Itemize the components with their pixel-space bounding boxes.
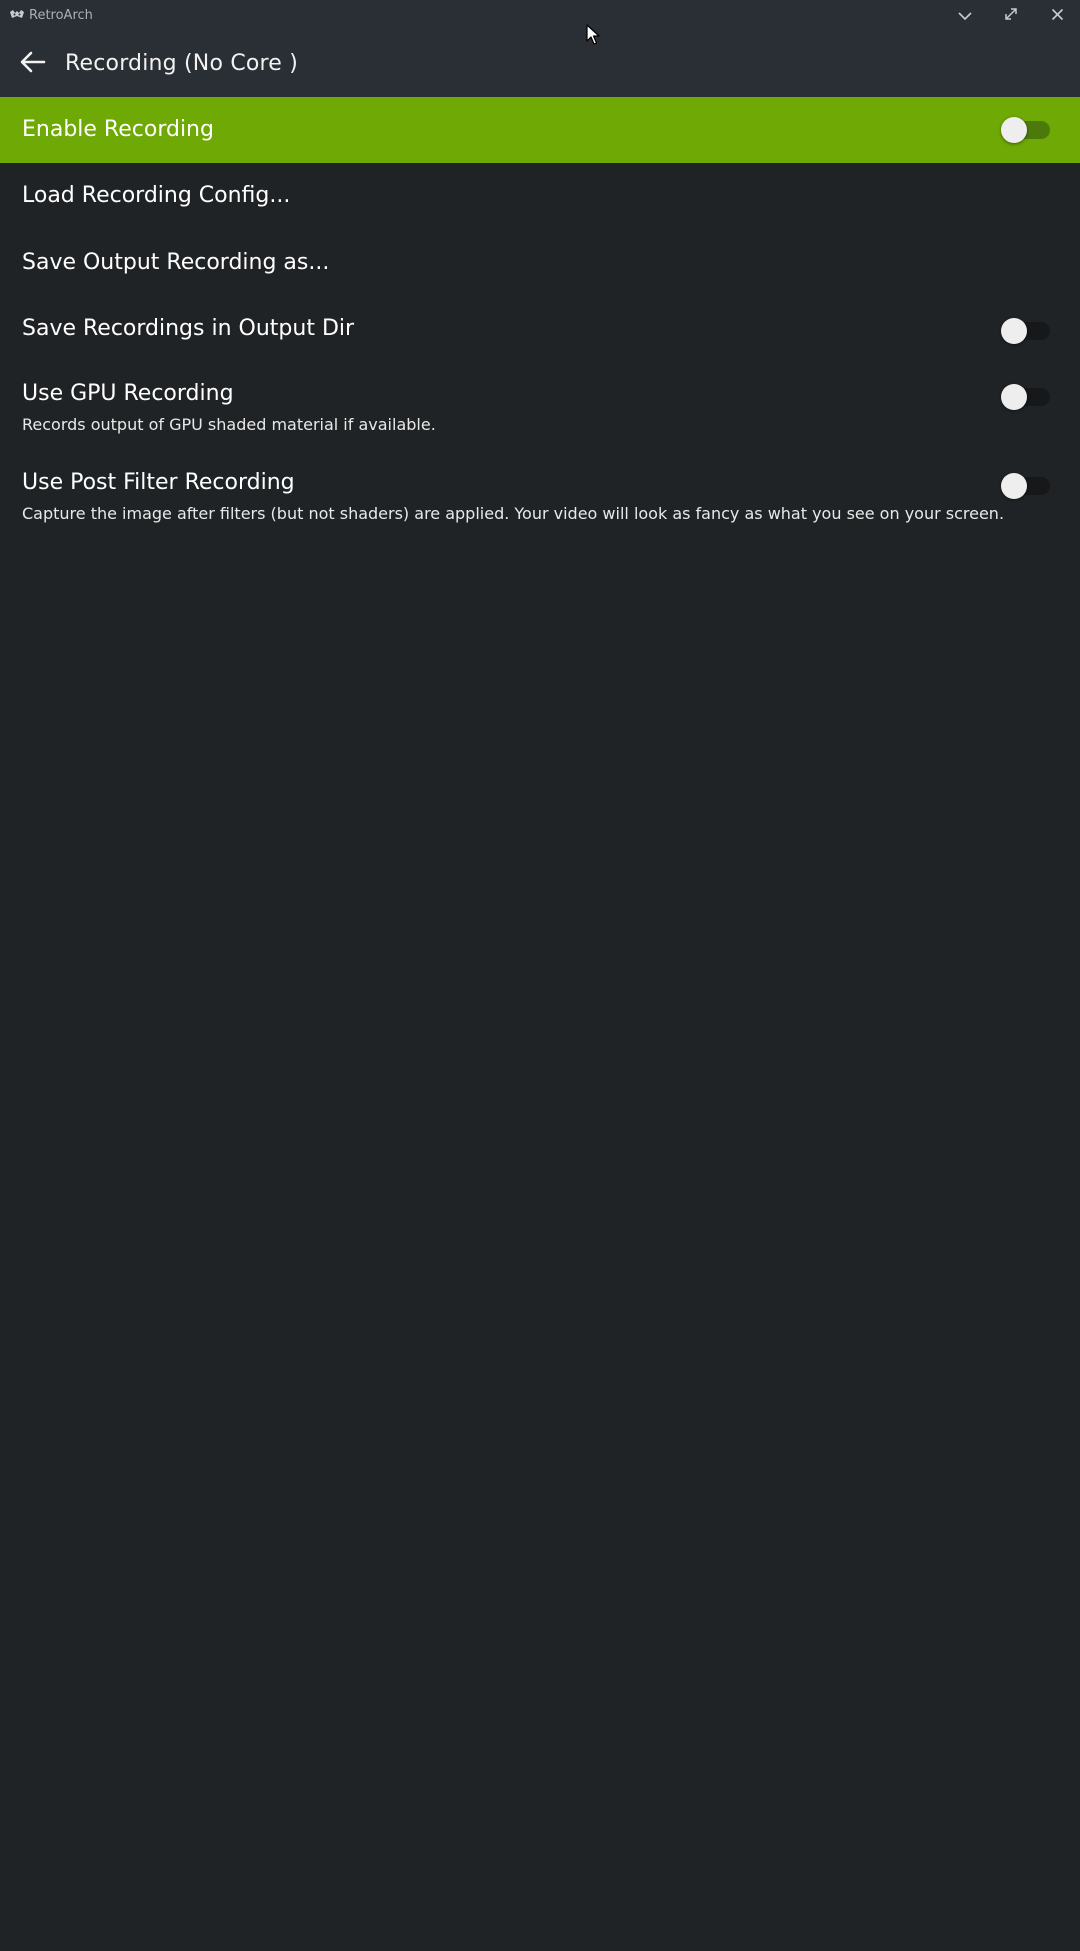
retroarch-logo-icon	[9, 9, 25, 21]
setting-load-recording-config[interactable]: Load Recording Config...	[0, 163, 1080, 230]
expand-icon	[1004, 6, 1018, 25]
setting-enable-recording[interactable]: Enable Recording	[0, 97, 1080, 163]
window-titlebar: RetroArch	[0, 0, 1080, 30]
toggle-knob	[1001, 473, 1027, 499]
toggle-knob	[1001, 384, 1027, 410]
enable-recording-toggle[interactable]	[1001, 117, 1050, 143]
close-button[interactable]	[1034, 0, 1080, 30]
window-controls	[942, 0, 1080, 30]
settings-list: Enable Recording Load Recording Config..…	[0, 97, 1080, 541]
mouse-cursor-icon	[586, 24, 600, 46]
page-title: Recording (No Core )	[65, 51, 299, 76]
toggle-knob	[1001, 117, 1027, 143]
setting-label: Use Post Filter Recording	[22, 470, 295, 495]
setting-label: Save Output Recording as...	[22, 250, 330, 275]
toggle-knob	[1001, 318, 1027, 344]
chevron-down-icon	[958, 6, 972, 25]
app-header: Recording (No Core )	[0, 30, 1080, 97]
setting-sublabel: Capture the image after filters (but not…	[22, 504, 1005, 523]
setting-save-output-recording[interactable]: Save Output Recording as...	[0, 230, 1080, 296]
save-recordings-output-dir-toggle[interactable]	[1001, 318, 1050, 344]
use-gpu-recording-toggle[interactable]	[1001, 384, 1050, 410]
use-post-filter-recording-toggle[interactable]	[1001, 473, 1050, 499]
close-icon	[1051, 6, 1064, 25]
back-button[interactable]	[11, 42, 55, 86]
window-title: RetroArch	[29, 7, 93, 23]
setting-label: Enable Recording	[22, 117, 214, 142]
setting-use-post-filter-recording[interactable]: Use Post Filter Recording Capture the im…	[0, 451, 1080, 541]
setting-use-gpu-recording[interactable]: Use GPU Recording Records output of GPU …	[0, 362, 1080, 451]
setting-save-recordings-output-dir[interactable]: Save Recordings in Output Dir	[0, 296, 1080, 362]
setting-label: Use GPU Recording	[22, 381, 234, 406]
setting-label: Save Recordings in Output Dir	[22, 316, 355, 341]
arrow-left-icon	[20, 51, 46, 77]
setting-label: Load Recording Config...	[22, 183, 291, 208]
maximize-button[interactable]	[988, 0, 1034, 30]
setting-sublabel: Records output of GPU shaded material if…	[22, 415, 436, 434]
minimize-button[interactable]	[942, 0, 988, 30]
